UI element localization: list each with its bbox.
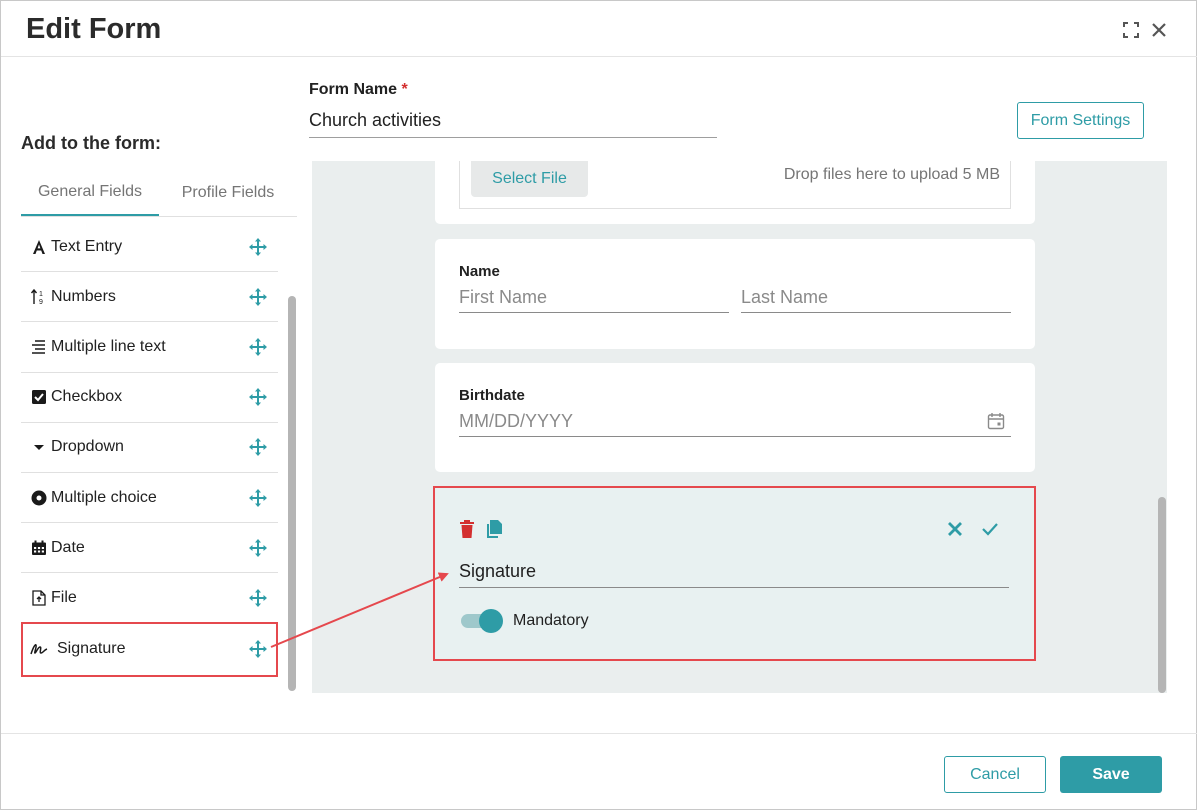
field-item-multiple-choice[interactable]: Multiple choice [21, 473, 278, 524]
edit-form-dialog: Edit Form Add to the form: General Field… [0, 0, 1197, 810]
field-item-label: Numbers [51, 287, 116, 305]
form-name-label: Form Name * [309, 81, 408, 98]
svg-text:1: 1 [39, 291, 43, 298]
move-icon[interactable] [249, 337, 267, 356]
multiline-icon [29, 337, 49, 357]
confirm-icon[interactable] [981, 521, 999, 539]
move-icon[interactable] [249, 538, 267, 557]
footer-divider [1, 733, 1197, 734]
mandatory-toggle[interactable] [459, 609, 503, 633]
field-item-dropdown[interactable]: Dropdown [21, 423, 278, 473]
sidebar-scrollbar[interactable] [288, 296, 296, 691]
fullscreen-icon[interactable] [1120, 19, 1142, 41]
header-divider [1, 56, 1197, 57]
field-item-label: Dropdown [51, 438, 124, 456]
birthdate-field-card[interactable]: Birthdate [435, 363, 1035, 472]
add-to-form-heading: Add to the form: [21, 133, 161, 153]
trash-icon[interactable] [459, 520, 477, 538]
signature-field-card[interactable]: Mandatory [433, 486, 1036, 661]
field-item-multiline[interactable]: Multiple line text [21, 322, 278, 373]
field-tabs: General Fields Profile Fields [21, 169, 297, 217]
dropdown-icon [29, 437, 49, 457]
drop-files-text: Drop files here to upload 5 MB [783, 166, 1000, 183]
required-mark: * [401, 81, 408, 98]
signature-item-highlight [21, 622, 278, 677]
copy-icon[interactable] [486, 520, 504, 538]
form-name-input[interactable] [309, 104, 717, 138]
field-item-label: Multiple choice [51, 488, 157, 506]
field-item-label: Text Entry [51, 237, 123, 255]
first-name-input[interactable] [459, 283, 729, 313]
tab-profile-fields[interactable]: Profile Fields [159, 169, 297, 216]
calendar-icon[interactable] [987, 412, 1005, 430]
form-settings-button[interactable]: Form Settings [1017, 102, 1144, 139]
text-entry-icon [29, 237, 49, 257]
select-file-button[interactable]: Select File [471, 161, 588, 197]
signature-label-input[interactable] [459, 556, 1009, 588]
checkbox-icon [29, 387, 49, 407]
field-item-label: Multiple line text [51, 337, 166, 355]
calendar-icon [29, 538, 49, 558]
tab-general-fields[interactable]: General Fields [21, 169, 159, 216]
radio-icon [29, 488, 49, 508]
field-item-label: Checkbox [51, 388, 123, 406]
field-item-checkbox[interactable]: Checkbox [21, 373, 278, 423]
close-icon[interactable] [1148, 19, 1170, 41]
field-item-label: Date [51, 538, 85, 556]
field-item-date[interactable]: Date [21, 523, 278, 574]
save-button[interactable]: Save [1060, 756, 1162, 793]
field-item-numbers[interactable]: 19 Numbers [21, 272, 278, 323]
birthdate-input[interactable] [459, 407, 1011, 437]
dialog-title: Edit Form [26, 13, 162, 45]
move-icon[interactable] [249, 388, 267, 407]
field-item-label: File [51, 588, 77, 606]
cancel-button[interactable]: Cancel [944, 756, 1046, 793]
file-drop-zone[interactable]: Select File Drop files here to upload 5 … [459, 161, 1011, 209]
file-icon [29, 588, 49, 608]
name-field-label: Name [459, 263, 500, 280]
move-icon[interactable] [249, 588, 267, 607]
svg-text:9: 9 [39, 299, 43, 306]
field-item-text-entry[interactable]: Text Entry [21, 222, 278, 273]
field-type-list: Text Entry 19 Numbers Multiple line text [21, 222, 278, 674]
field-item-file[interactable]: File [21, 573, 278, 624]
name-field-card[interactable]: Name [435, 239, 1035, 349]
numbers-icon: 19 [29, 287, 49, 307]
discard-icon[interactable] [947, 521, 965, 539]
move-icon[interactable] [249, 438, 267, 457]
mandatory-label: Mandatory [513, 612, 589, 629]
move-icon[interactable] [249, 287, 267, 306]
toggle-knob [479, 609, 503, 633]
move-icon[interactable] [249, 237, 267, 256]
file-field-card[interactable]: Select File Drop files here to upload 5 … [435, 161, 1035, 224]
move-icon[interactable] [249, 488, 267, 507]
form-canvas: Select File Drop files here to upload 5 … [312, 161, 1167, 693]
canvas-scrollbar[interactable] [1158, 497, 1166, 693]
last-name-input[interactable] [741, 283, 1011, 313]
birthdate-field-label: Birthdate [459, 387, 525, 404]
